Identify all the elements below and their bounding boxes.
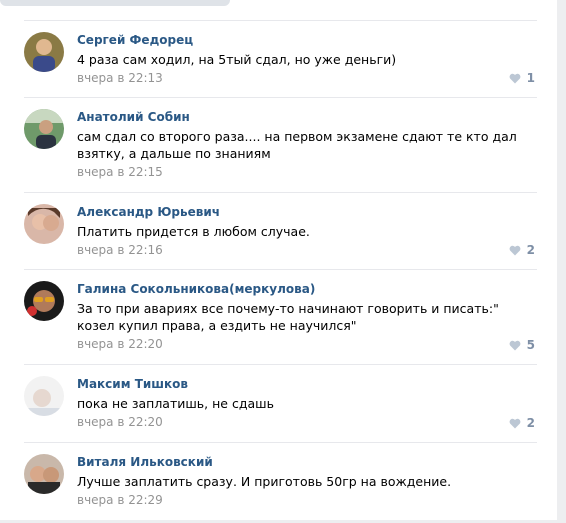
comment-time[interactable]: вчера в 22:20: [77, 336, 537, 362]
comment-author[interactable]: Сергей Федорец: [77, 33, 537, 49]
page-background-edge: [557, 0, 566, 520]
comment-list: Сергей Федорец 4 раза сам ходил, на 5тый…: [0, 20, 557, 523]
like-button[interactable]: 5: [509, 338, 535, 352]
comment-item: Максим Тишков пока не заплатишь, не сдаш…: [24, 364, 537, 442]
comment-time[interactable]: вчера в 22:15: [77, 164, 537, 190]
heart-icon: [509, 418, 521, 428]
comment-author[interactable]: Анатолий Собин: [77, 110, 537, 126]
heart-icon: [509, 245, 521, 255]
like-button[interactable]: 2: [509, 243, 535, 257]
comment-text: Лучше заплатить сразу. И приготовь 50гр …: [77, 474, 452, 489]
like-count: 5: [526, 338, 535, 352]
comment-item: Анатолий Собин сам сдал со второго раза.…: [24, 97, 537, 192]
like-count: 2: [526, 243, 535, 257]
comment-text: сам сдал со второго раза.... на первом э…: [77, 129, 517, 161]
comment-author[interactable]: Галина Сокольникова(меркулова): [77, 282, 537, 298]
heart-icon: [509, 340, 521, 350]
comment-text: За то при авариях все почему-то начинают…: [77, 301, 499, 333]
avatar[interactable]: [24, 109, 64, 149]
comment-text: Платить придется в любом случае.: [77, 224, 310, 239]
like-button[interactable]: 2: [509, 416, 535, 430]
like-count: 2: [526, 416, 535, 430]
avatar[interactable]: [24, 454, 64, 494]
comment-time[interactable]: вчера в 22:29: [77, 492, 537, 518]
comment-text: пока не заплатишь, не сдашь: [77, 396, 274, 411]
comment-author[interactable]: Максим Тишков: [77, 377, 537, 393]
comment-item: Галина Сокольникова(меркулова) За то при…: [24, 269, 537, 364]
comment-time[interactable]: вчера в 22:16: [77, 242, 537, 268]
comment-time[interactable]: вчера в 22:13: [77, 70, 537, 96]
avatar[interactable]: [24, 281, 64, 321]
comment-text: 4 раза сам ходил, на 5тый сдал, но уже д…: [77, 52, 397, 67]
comment-author[interactable]: Виталя Ильковский: [77, 455, 537, 471]
comment-time[interactable]: вчера в 22:20: [77, 414, 537, 440]
comment-author[interactable]: Александр Юрьевич: [77, 205, 537, 221]
avatar[interactable]: [24, 204, 64, 244]
heart-icon: [509, 73, 521, 83]
comment-item: Александр Юрьевич Платить придется в люб…: [24, 192, 537, 269]
like-count: 1: [526, 71, 535, 85]
avatar[interactable]: [24, 32, 64, 72]
like-button[interactable]: 1: [509, 71, 535, 85]
comment-item: Виталя Ильковский Лучше заплатить сразу.…: [24, 442, 537, 523]
avatar[interactable]: [24, 376, 64, 416]
top-bar: [0, 0, 230, 6]
comment-item: Сергей Федорец 4 раза сам ходил, на 5тый…: [24, 20, 537, 97]
